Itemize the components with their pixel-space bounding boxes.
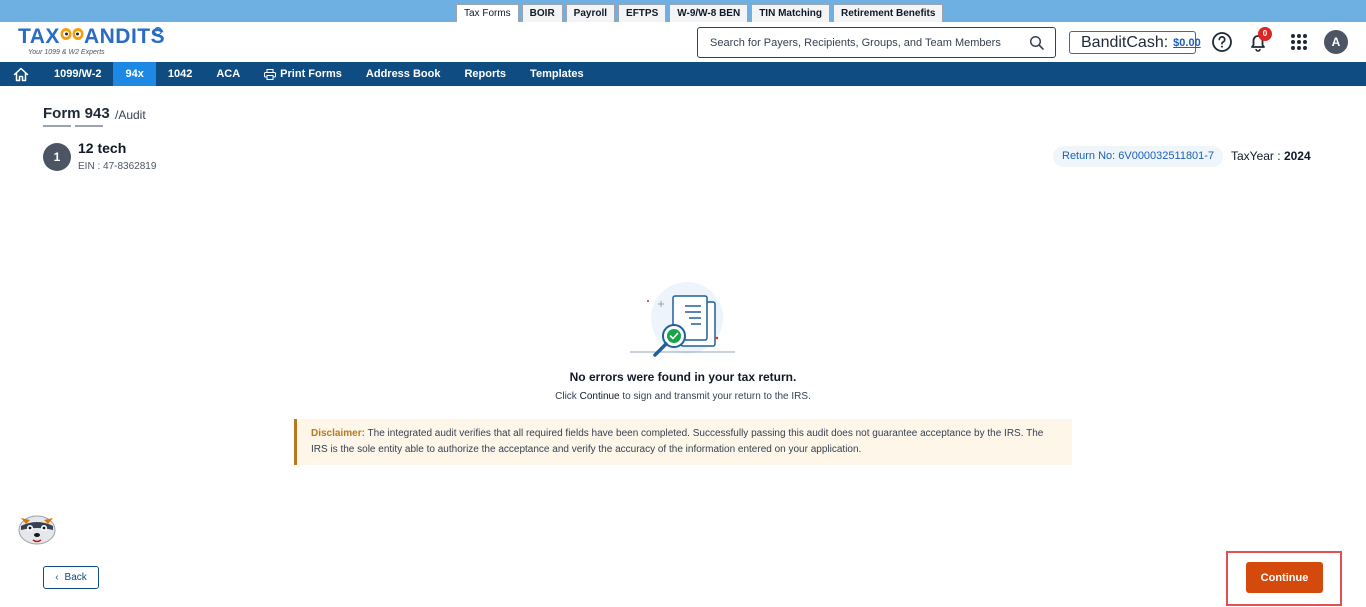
bandit-cash-value: $0.00: [1173, 36, 1201, 49]
back-button-label: Back: [64, 572, 87, 583]
logo-tagline: Your 1099 & W2 Experts: [28, 49, 105, 56]
bandit-cash-button[interactable]: $ BanditCash: $0.00: [1069, 31, 1201, 54]
audit-result-instructions: Click Continue to sign and transmit your…: [0, 391, 1366, 402]
title-underline-secondary: [75, 125, 103, 127]
return-number-badge: Return No: 6V000032511801-7: [1053, 146, 1224, 167]
logo-mascot-eyes-icon: [60, 28, 84, 40]
raccoon-mascot-chat-icon[interactable]: [15, 504, 59, 548]
nav-item-address-book[interactable]: Address Book: [354, 62, 453, 86]
logo-wordmark: TAX ANDITS: [18, 25, 168, 49]
nav-home[interactable]: [0, 62, 42, 86]
bandit-cash-label: BanditCash:: [1081, 33, 1169, 51]
audit-result-message: No errors were found in your tax return.: [569, 370, 797, 384]
page-title: Form 943: [43, 105, 110, 122]
app-grid-icon[interactable]: [1288, 31, 1310, 53]
product-tab-eftps[interactable]: EFTPS: [618, 4, 667, 22]
tax-year-label: TaxYear :: [1231, 149, 1281, 163]
search-icon[interactable]: [1029, 35, 1045, 51]
logo-text-right: ANDITS: [83, 25, 166, 48]
product-tab-strip: Tax Forms BOIR Payroll EFTPS W-9/W-8 BEN…: [0, 0, 1366, 22]
audit-success-illustration-icon: [630, 282, 735, 357]
chevron-left-icon: ‹: [55, 572, 59, 583]
product-tab-tin-matching[interactable]: TIN Matching: [751, 4, 830, 22]
product-tab-payroll[interactable]: Payroll: [565, 4, 616, 22]
instructions-prefix: Click: [555, 391, 577, 402]
nav-item-1099-w2[interactable]: 1099/W-2: [42, 62, 113, 86]
disclaimer-box: Disclaimer: The integrated audit verifie…: [294, 419, 1072, 465]
instructions-suffix: to sign and transmit your return to the …: [622, 391, 811, 402]
disclaimer-label: Disclaimer:: [311, 428, 365, 439]
product-tab-boir[interactable]: BOIR: [521, 4, 563, 22]
product-tab-w9-w8ben[interactable]: W-9/W-8 BEN: [669, 4, 749, 22]
business-name: 12 tech: [78, 140, 127, 156]
registered-mark-icon: R: [154, 27, 162, 35]
business-step-number: 1: [43, 143, 71, 171]
nav-item-templates[interactable]: Templates: [518, 62, 596, 86]
disclaimer-text: The integrated audit verifies that all r…: [311, 428, 1044, 455]
home-icon: [13, 67, 29, 81]
back-button[interactable]: ‹ Back: [43, 566, 99, 589]
page-subtitle: /Audit: [115, 108, 146, 122]
nav-item-print-forms[interactable]: Print Forms: [252, 62, 354, 86]
help-icon[interactable]: [1211, 31, 1233, 53]
nav-item-aca[interactable]: ACA: [204, 62, 252, 86]
product-tabs: Tax Forms BOIR Payroll EFTPS W-9/W-8 BEN…: [456, 4, 944, 22]
product-tab-tax-forms[interactable]: Tax Forms: [456, 4, 519, 22]
search-input[interactable]: [710, 34, 1020, 52]
business-ein: EIN : 47-8362819: [78, 161, 157, 172]
nav-item-94x[interactable]: 94x: [113, 62, 156, 86]
nav-item-print-forms-label: Print Forms: [280, 68, 342, 80]
product-tab-retirement-benefits[interactable]: Retirement Benefits: [832, 4, 944, 22]
continue-button[interactable]: Continue: [1246, 562, 1323, 593]
nav-item-reports[interactable]: Reports: [452, 62, 518, 86]
taxbandits-logo[interactable]: TAX ANDITS Your 1099 & W2 Experts R: [18, 25, 168, 59]
notification-count-badge: 0: [1258, 27, 1272, 41]
user-avatar[interactable]: A: [1324, 30, 1348, 54]
printer-icon: [264, 68, 277, 80]
instructions-keyword: Continue: [579, 391, 620, 402]
main-nav: 1099/W-2 94x 1042 ACA Print Forms Addres…: [0, 62, 1366, 86]
global-search: [697, 27, 1056, 58]
app-header: TAX ANDITS Your 1099 & W2 Experts R $ Ban…: [0, 22, 1366, 62]
tax-year-value: 2024: [1283, 149, 1311, 163]
nav-item-1042[interactable]: 1042: [156, 62, 204, 86]
logo-text-left: TAX: [18, 25, 60, 48]
tax-year: TaxYear : 2024: [1231, 149, 1311, 163]
title-underline: [43, 125, 71, 127]
